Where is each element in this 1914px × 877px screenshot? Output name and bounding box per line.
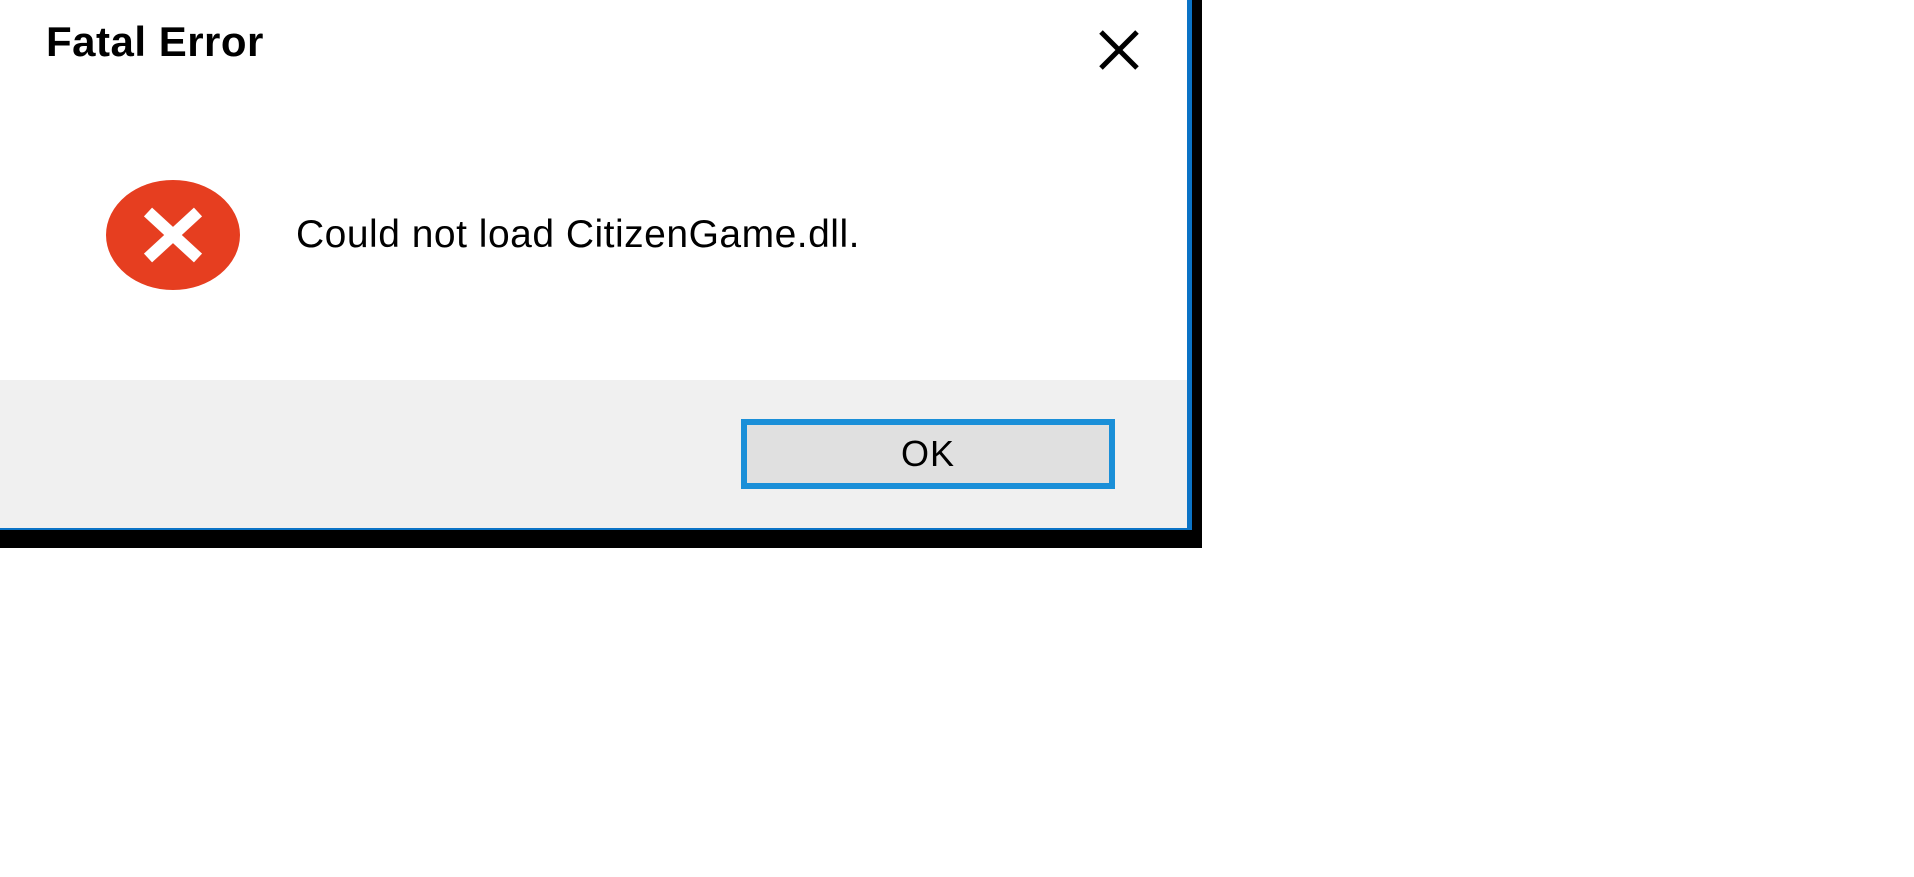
window-border-right [1192, 0, 1202, 548]
error-message: Could not load CitizenGame.dll. [296, 213, 860, 257]
button-area: OK [0, 380, 1187, 528]
ok-button[interactable]: OK [741, 419, 1115, 489]
dialog-window: Fatal Error Could not load CitizenGame.d… [0, 0, 1202, 548]
error-icon [106, 179, 240, 291]
window-border-bottom [0, 530, 1202, 548]
content-area: Could not load CitizenGame.dll. [0, 90, 1187, 380]
close-button[interactable] [1091, 22, 1147, 78]
error-dialog: Fatal Error Could not load CitizenGame.d… [0, 0, 1192, 530]
close-icon [1097, 28, 1141, 72]
title-bar: Fatal Error [0, 0, 1187, 90]
dialog-title: Fatal Error [46, 18, 264, 66]
